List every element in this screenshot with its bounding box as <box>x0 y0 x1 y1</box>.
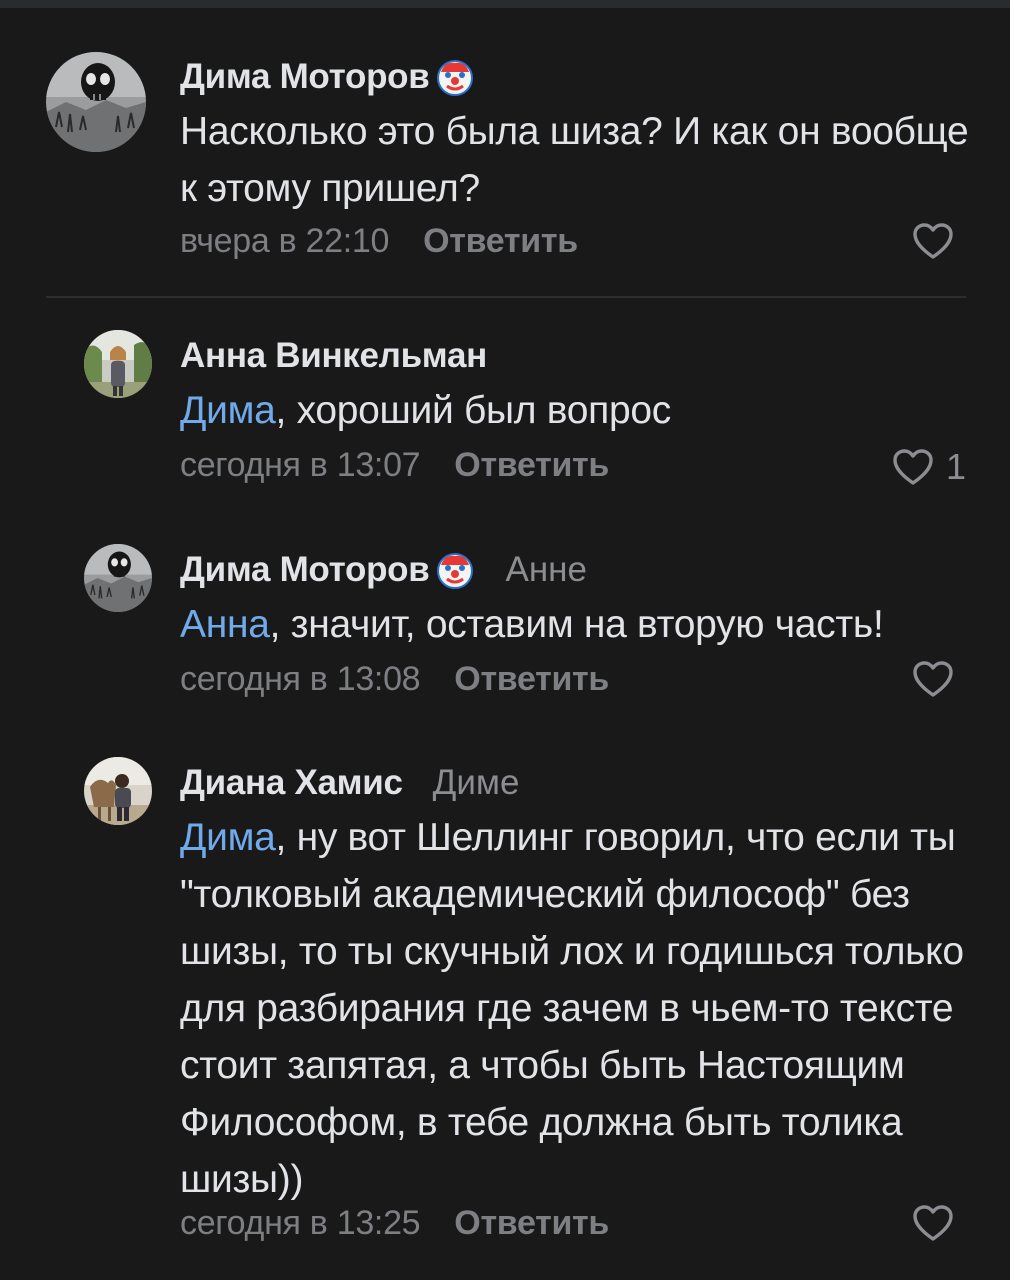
comment-body: Насколько это была шиза? И как он вообще… <box>180 110 969 210</box>
author-line: Анна Винкельман <box>180 334 487 378</box>
reply-button[interactable]: Ответить <box>454 1204 609 1243</box>
like-button[interactable] <box>912 660 966 698</box>
author-name[interactable]: Диана Хамис <box>180 763 403 803</box>
reply-button[interactable]: Ответить <box>423 222 578 261</box>
person-photo-avatar-icon <box>84 330 152 398</box>
comment-meta: вчера в 22:10 Ответить <box>180 219 578 263</box>
like-count: 1 <box>945 446 966 487</box>
mention-link[interactable]: Дима <box>180 816 276 859</box>
heart-icon <box>913 1205 953 1241</box>
heart-icon <box>893 449 933 485</box>
reply-to-label[interactable]: Анне <box>505 550 586 590</box>
author-name[interactable]: Дима Моторов <box>180 550 430 590</box>
timestamp: сегодня в 13:08 <box>180 659 421 698</box>
timestamp: вчера в 22:10 <box>180 221 390 260</box>
timestamp: сегодня в 13:07 <box>180 445 421 484</box>
author-line: Дима Моторов Анне <box>180 548 587 592</box>
like-button[interactable]: 1 <box>892 446 966 488</box>
comment-text: Насколько это была шиза? И как он вообще… <box>180 103 980 217</box>
comment-text: Анна, значит, оставим на вторую часть! <box>180 596 980 653</box>
skull-avatar-icon <box>84 544 152 612</box>
comment-text: Дима, ну вот Шеллинг говорил, что если т… <box>180 809 970 1208</box>
avatar[interactable] <box>84 330 152 398</box>
avatar[interactable] <box>46 52 146 152</box>
reply-button[interactable]: Ответить <box>454 446 609 485</box>
comment-meta: сегодня в 13:08 Ответить <box>180 657 609 701</box>
like-button[interactable] <box>912 222 966 260</box>
avatar[interactable] <box>84 757 152 825</box>
mention-link[interactable]: Анна <box>180 603 270 646</box>
reply-to-label[interactable]: Диме <box>433 763 520 803</box>
comment-body: , ну вот Шеллинг говорил, что если ты "т… <box>180 816 964 1201</box>
comment-text: Дима, хороший был вопрос <box>180 382 980 439</box>
reply-button[interactable]: Ответить <box>454 660 609 699</box>
avatar[interactable] <box>84 544 152 612</box>
comment-meta: сегодня в 13:07 Ответить <box>180 443 609 487</box>
top-bar <box>0 0 1010 8</box>
author-line: Дима Моторов <box>180 55 475 99</box>
timestamp: сегодня в 13:25 <box>180 1203 421 1242</box>
comment-body: , хороший был вопрос <box>275 389 672 432</box>
divider <box>46 296 966 298</box>
clown-face-icon <box>435 550 475 590</box>
author-name[interactable]: Дима Моторов <box>180 57 430 97</box>
comment-body: , значит, оставим на вторую часть! <box>269 603 884 646</box>
author-name[interactable]: Анна Винкельман <box>180 336 487 376</box>
heart-icon <box>913 661 953 697</box>
skull-avatar-icon <box>46 52 146 152</box>
comment-meta: сегодня в 13:25 Ответить <box>180 1201 609 1245</box>
author-line: Диана Хамис Диме <box>180 761 519 805</box>
person-with-camel-avatar-icon <box>84 757 152 825</box>
heart-icon <box>913 223 953 259</box>
clown-face-icon <box>435 57 475 97</box>
like-button[interactable] <box>912 1204 966 1242</box>
mention-link[interactable]: Дима <box>180 389 276 432</box>
